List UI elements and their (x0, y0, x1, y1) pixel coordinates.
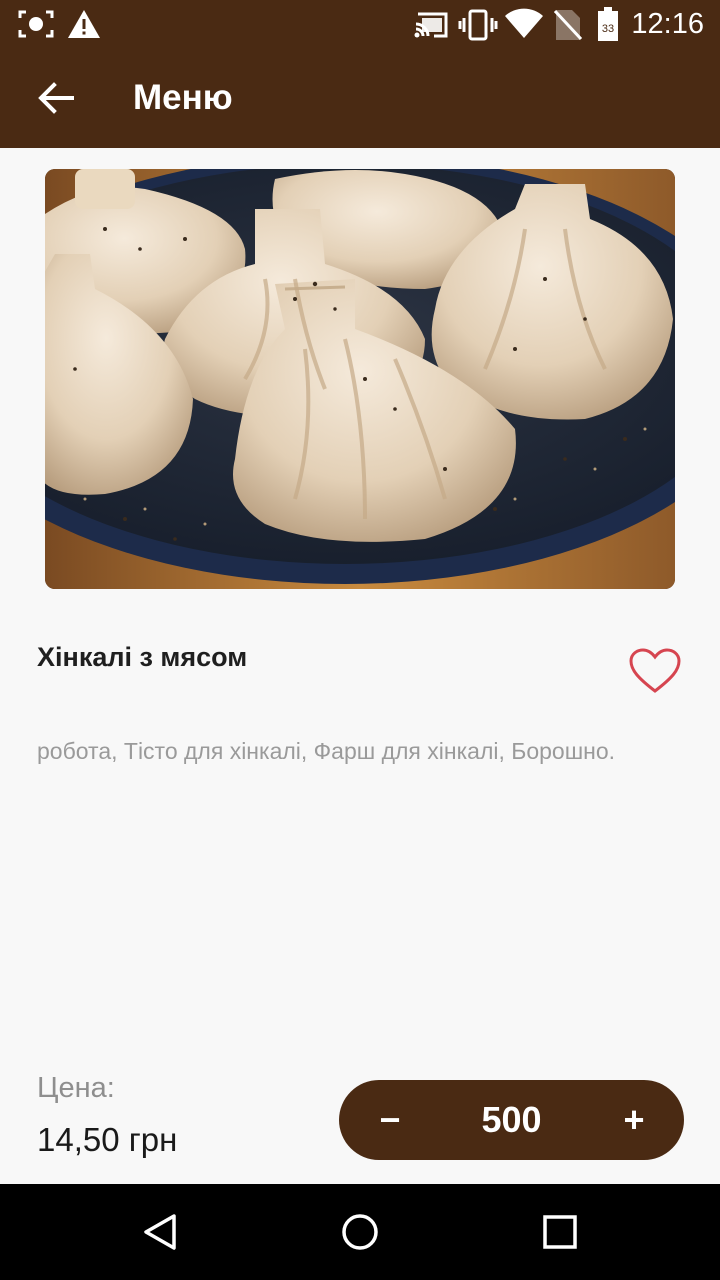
decrease-quantity-button[interactable]: − (350, 1080, 430, 1160)
arrow-left-icon[interactable] (28, 70, 84, 126)
recents-square-icon[interactable] (536, 1208, 584, 1256)
increase-quantity-button[interactable]: + (594, 1080, 674, 1160)
warning-icon (68, 10, 100, 38)
back-triangle-icon[interactable] (136, 1208, 184, 1256)
quantity-value: 500 (481, 1099, 542, 1140)
status-time: 12:16 (631, 8, 704, 40)
app-bar: Меню (0, 48, 720, 148)
khinkali-photo (45, 169, 675, 589)
wifi-icon (505, 8, 543, 38)
status-bar: 33 12:16 (0, 0, 720, 48)
price-label: Цена: (37, 1072, 115, 1104)
home-circle-icon[interactable] (336, 1208, 384, 1256)
svg-text:33: 33 (602, 23, 614, 35)
vibrate-icon (458, 9, 498, 41)
no-sim-icon (554, 9, 582, 41)
cast-icon (414, 12, 448, 38)
quantity-stepper: − 500 + (339, 1080, 684, 1160)
page-title: Меню (133, 78, 233, 117)
product-ingredients: робота, Тісто для хінкалі, Фарш для хінк… (37, 738, 616, 764)
system-nav-bar (0, 1184, 720, 1280)
battery-icon: 33 (598, 7, 618, 41)
product-title: Хінкалі з мясом (37, 642, 248, 672)
price-value: 14,50 грн (37, 1121, 178, 1158)
heart-outline-icon[interactable] (628, 648, 682, 694)
product-image (45, 169, 675, 589)
screenshot-icon (18, 10, 54, 38)
